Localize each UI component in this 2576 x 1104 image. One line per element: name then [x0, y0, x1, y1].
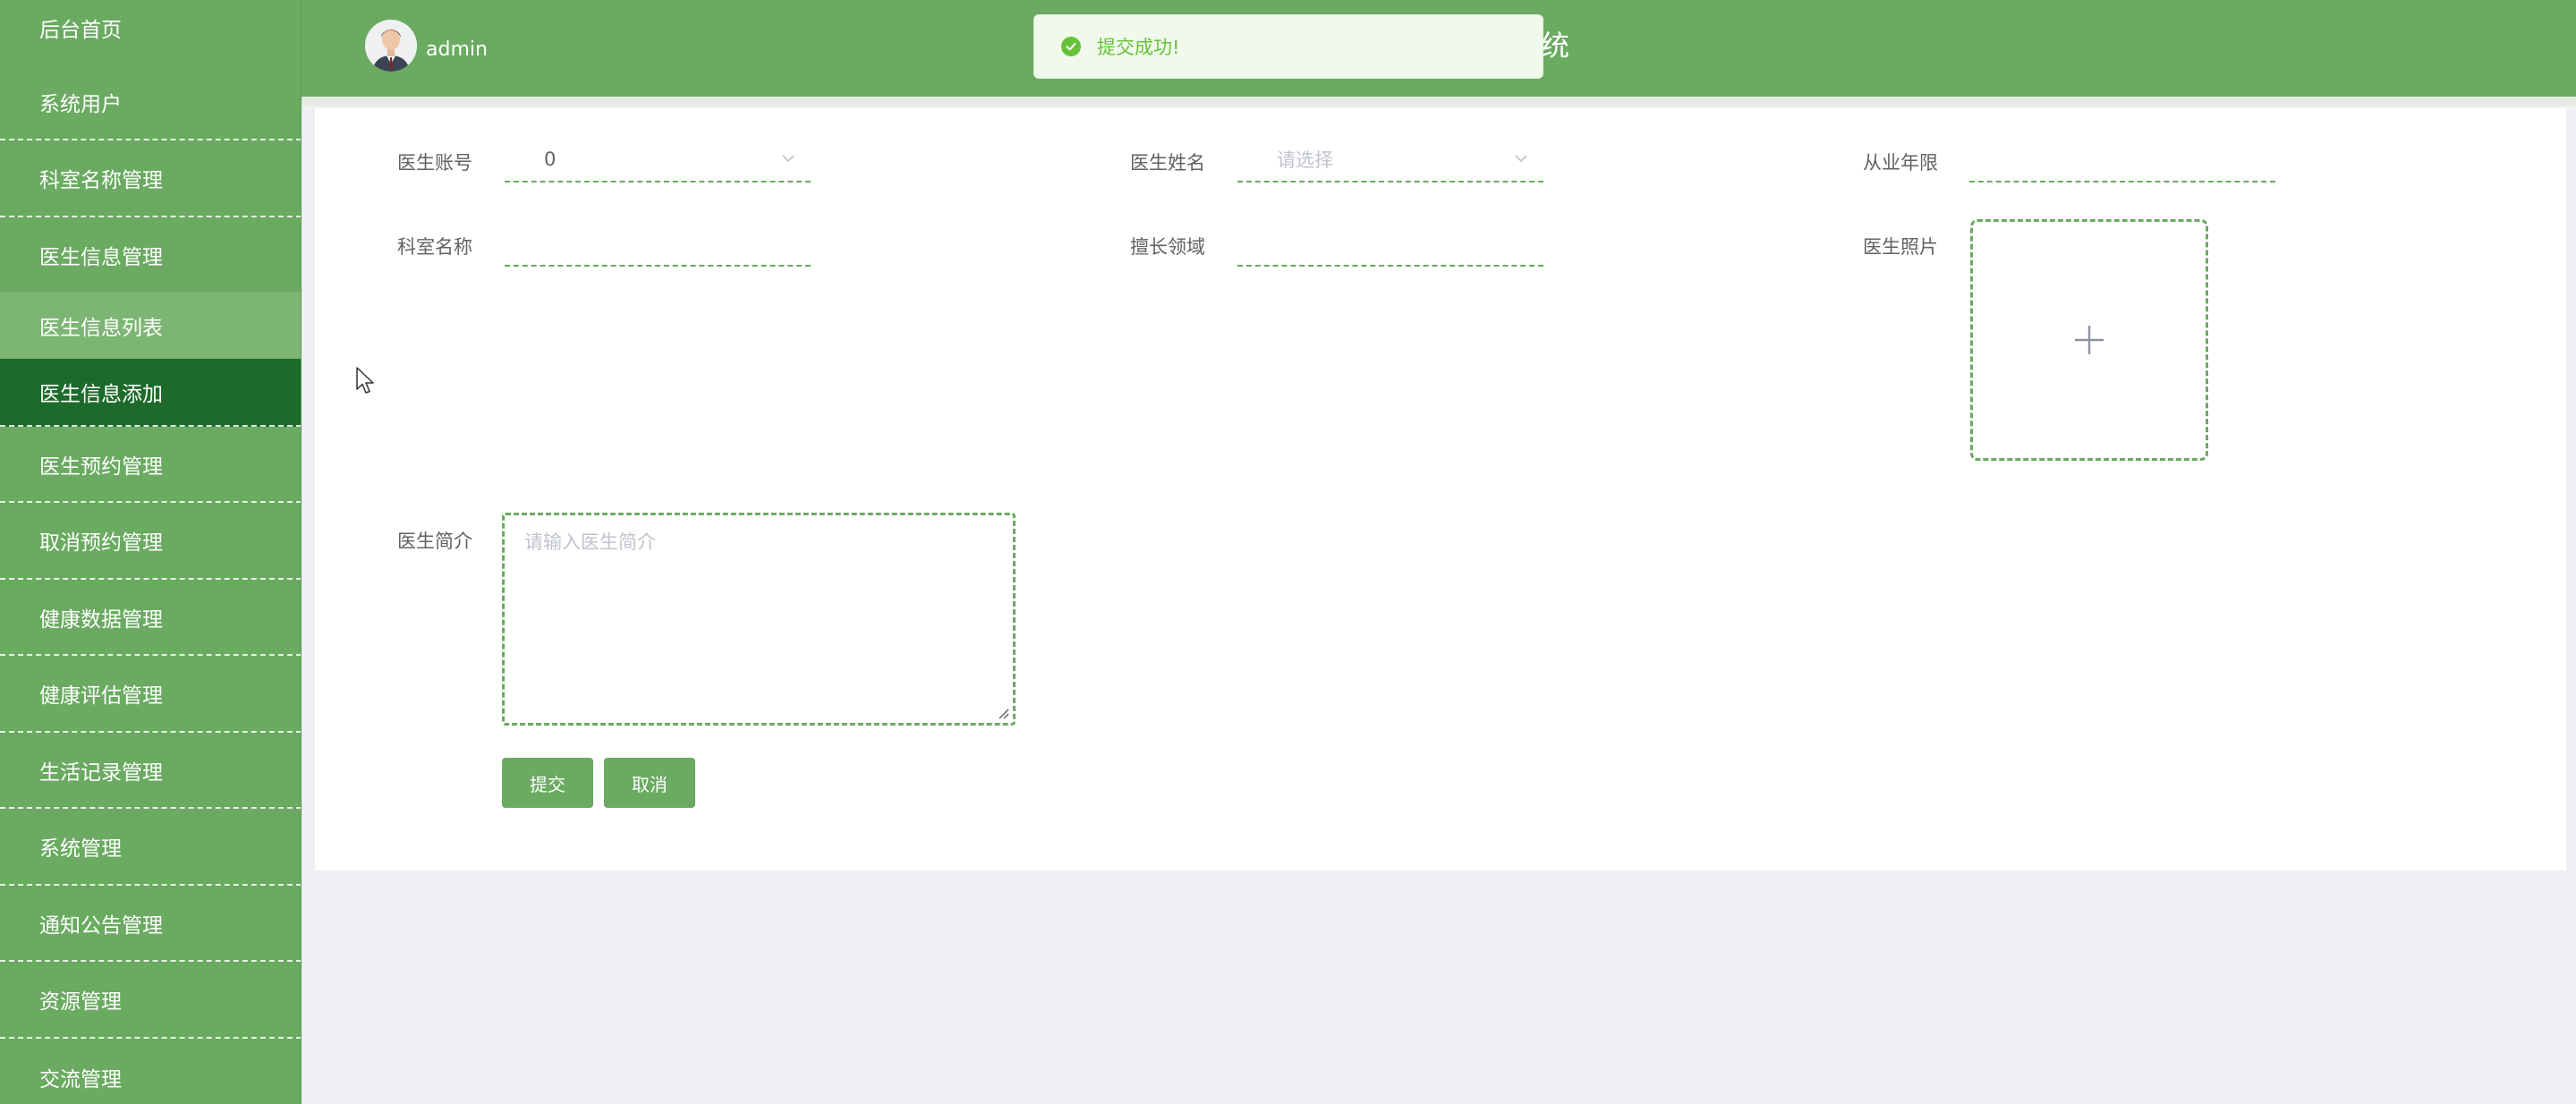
- sidebar-item-label: 后台首页: [39, 19, 122, 42]
- department-label: 科室名称: [397, 236, 472, 258]
- plus-icon: [2075, 326, 2104, 354]
- years-label: 从业年限: [1863, 152, 1938, 174]
- sidebar-item-label: 资源管理: [39, 990, 122, 1014]
- sidebar-item-life-records[interactable]: 生活记录管理: [0, 733, 301, 809]
- chevron-down-icon: [1515, 155, 1527, 163]
- submit-button[interactable]: 提交: [502, 758, 593, 808]
- cancel-button[interactable]: 取消: [604, 758, 695, 808]
- mouse-cursor-icon: [356, 367, 374, 394]
- intro-placeholder: 请输入医生简介: [524, 531, 656, 553]
- doctor-account-label: 医生账号: [397, 152, 472, 174]
- toast-message: 提交成功!: [1097, 37, 1180, 58]
- doctor-account-value: 0: [544, 149, 557, 170]
- doctor-name-select[interactable]: 请选择: [1237, 138, 1543, 183]
- success-toast: 提交成功!: [1033, 14, 1543, 79]
- sidebar-item-doctor-info-management[interactable]: 医生信息管理: [0, 217, 301, 292]
- sidebar-item-appointment-management[interactable]: 医生预约管理: [0, 427, 301, 503]
- check-circle-icon: [1061, 37, 1081, 56]
- resize-handle-icon[interactable]: [995, 705, 1009, 719]
- sidebar-item-label: 系统用户: [39, 92, 122, 116]
- sidebar-item-label: 生活记录管理: [39, 760, 163, 785]
- sidebar-item-notice-management[interactable]: 通知公告管理: [0, 886, 301, 962]
- sidebar-item-label: 医生信息管理: [39, 245, 163, 269]
- sidebar-item-label: 医生信息列表: [39, 316, 163, 340]
- department-input[interactable]: [505, 222, 811, 267]
- sidebar-item-doctor-info-list[interactable]: 医生信息列表: [0, 292, 301, 359]
- years-input[interactable]: [1969, 138, 2275, 183]
- sidebar-item-department-management[interactable]: 科室名称管理: [0, 140, 301, 217]
- avatar[interactable]: [365, 20, 417, 72]
- sidebar-item-label: 通知公告管理: [39, 913, 163, 938]
- sidebar-item-doctor-info-add[interactable]: 医生信息添加: [0, 359, 301, 427]
- sidebar-item-label: 系统管理: [39, 837, 122, 861]
- sidebar-item-communication-management[interactable]: 交流管理: [0, 1039, 301, 1104]
- sidebar-item-label: 健康评估管理: [39, 684, 163, 708]
- sidebar-item-health-data[interactable]: 健康数据管理: [0, 580, 301, 656]
- header-divider: [302, 97, 2576, 106]
- sidebar-item-cancel-appointment[interactable]: 取消预约管理: [0, 503, 301, 580]
- intro-textarea[interactable]: 请输入医生简介: [502, 513, 1016, 726]
- specialty-input[interactable]: [1237, 222, 1543, 267]
- admin-username[interactable]: admin: [426, 38, 488, 61]
- sidebar-item-label: 交流管理: [39, 1068, 122, 1091]
- system-title: 统: [1541, 29, 1570, 63]
- doctor-add-form: 医生账号 0 医生姓名 请选择 从业年限 科室名称 擅长领域 医生照片 医生简介: [315, 108, 2566, 870]
- sidebar-item-home[interactable]: 后台首页: [0, 0, 301, 50]
- sidebar-item-label: 健康数据管理: [39, 607, 163, 632]
- sidebar-item-label: 科室名称管理: [39, 169, 163, 192]
- sidebar-item-label: 取消预约管理: [39, 531, 163, 555]
- sidebar-item-resource-management[interactable]: 资源管理: [0, 962, 301, 1039]
- sidebar-item-label: 医生信息添加: [39, 383, 163, 406]
- sidebar-item-system-users[interactable]: 系统用户: [0, 64, 301, 140]
- doctor-account-select[interactable]: 0: [505, 138, 811, 183]
- sidebar-item-system-management[interactable]: 系统管理: [0, 809, 301, 886]
- intro-label: 医生简介: [397, 531, 472, 552]
- sidebar: 后台首页 系统用户 科室名称管理 医生信息管理 医生信息列表 医生信息添加 医生…: [0, 0, 302, 1104]
- photo-upload[interactable]: [1970, 219, 2208, 461]
- avatar-image: [365, 20, 417, 72]
- chevron-down-icon: [782, 155, 795, 163]
- sidebar-item-label: 医生预约管理: [39, 454, 163, 479]
- doctor-name-placeholder: 请选择: [1277, 149, 1333, 171]
- doctor-name-label: 医生姓名: [1130, 152, 1205, 174]
- sidebar-item-health-assessment[interactable]: 健康评估管理: [0, 656, 301, 733]
- specialty-label: 擅长领域: [1130, 236, 1205, 258]
- photo-label: 医生照片: [1863, 236, 1938, 258]
